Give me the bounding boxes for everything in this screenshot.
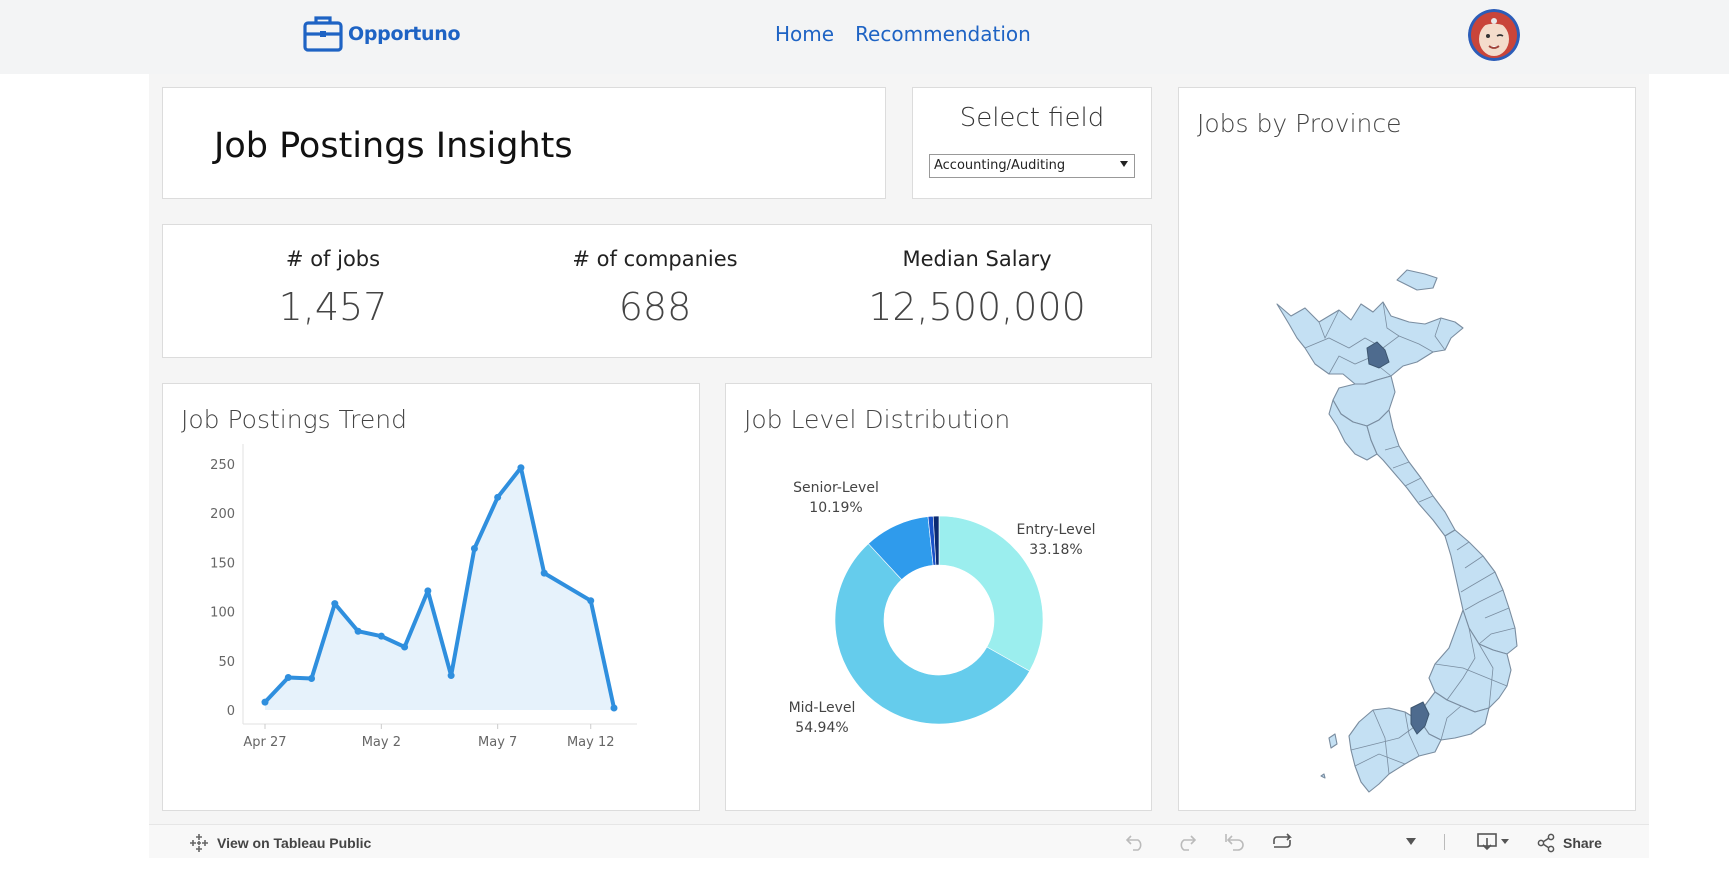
undo-icon[interactable] (1125, 832, 1147, 852)
trend-point (587, 597, 595, 605)
field-select-dropdown[interactable]: Accounting/Auditing (929, 154, 1135, 178)
donut-slice (938, 515, 1044, 672)
kpi-salary-label: Median Salary (902, 247, 1052, 271)
y-tick-label: 100 (210, 606, 235, 621)
map-card: Jobs by Province (1178, 87, 1636, 811)
donut-label-pct: 54.94% (795, 720, 848, 736)
trend-point (401, 643, 409, 651)
trend-area (265, 467, 614, 710)
trend-point (540, 569, 548, 577)
revert-icon[interactable] (1224, 832, 1246, 852)
view-on-tableau-label: View on Tableau Public (217, 835, 372, 851)
kpi-salary: Median Salary 12,500,000 (857, 247, 1097, 329)
kpi-jobs-label: # of jobs (285, 247, 381, 271)
map-landmass (1276, 269, 1518, 793)
kpi-card: # of jobs 1,457 # of companies 688 Media… (162, 224, 1152, 358)
share-label: Share (1563, 835, 1602, 851)
y-tick-label: 150 (210, 556, 235, 571)
x-tick-label: May 2 (362, 735, 401, 750)
y-tick-label: 50 (218, 655, 235, 670)
trend-point (377, 632, 385, 640)
trend-point (610, 704, 618, 712)
title-card: Job Postings Insights (162, 87, 886, 199)
donut-label-pct: 33.18% (1029, 542, 1082, 558)
trend-point (354, 627, 362, 635)
redo-icon[interactable] (1175, 832, 1197, 852)
x-tick-label: May 12 (567, 735, 615, 750)
tableau-toolbar: View on Tableau Public Share (149, 824, 1649, 858)
share-icon (1537, 833, 1555, 853)
province-map[interactable] (1179, 178, 1635, 798)
download-icon[interactable] (1476, 832, 1512, 852)
trend-line-chart[interactable]: 0 50 100 150 200 250 Apr 27 May 2 May 7 May 12 (163, 444, 699, 804)
kpi-jobs: # of jobs 1,457 (213, 247, 453, 329)
trend-point (424, 587, 432, 595)
share-button[interactable]: Share (1536, 833, 1602, 853)
toolbar-separator (1444, 834, 1445, 850)
kpi-companies-value: 688 (618, 285, 692, 329)
briefcase-icon (303, 16, 343, 52)
kpi-salary-value: 12,500,000 (868, 285, 1086, 329)
trend-point (308, 674, 316, 682)
top-navbar: Opportuno Home Recommendation (0, 0, 1729, 74)
trend-point (261, 698, 269, 706)
donut-label-name: Mid-Level (789, 700, 856, 716)
trend-point (331, 600, 339, 608)
kpi-companies: # of companies 688 (535, 247, 775, 329)
filter-label: Select field (959, 103, 1105, 133)
caret-down-icon (1120, 161, 1128, 167)
avatar[interactable] (1468, 9, 1520, 61)
y-tick-label: 0 (227, 704, 235, 719)
trend-point (470, 545, 478, 553)
trend-card: Job Postings Trend 0 50 100 150 200 250 Apr 27… (162, 383, 700, 811)
nav-links: Home Recommendation (775, 22, 1031, 46)
donut-label-name: Senior-Level (793, 480, 879, 496)
brand-name: Opportuno (348, 23, 461, 45)
view-on-tableau-button[interactable]: View on Tableau Public (189, 833, 371, 853)
page-title: Job Postings Insights (214, 126, 573, 166)
level-card: Job Level Distribution Entry-Level 33.18%… (725, 383, 1152, 811)
kpi-jobs-value: 1,457 (278, 285, 388, 329)
map-title: Jobs by Province (1197, 109, 1402, 138)
trend-point (284, 674, 292, 682)
dashboard: Job Postings Insights Select field Accou… (149, 74, 1649, 824)
donut-label-name: Entry-Level (1016, 522, 1095, 538)
kpi-companies-label: # of companies (572, 247, 738, 271)
y-tick-label: 250 (210, 458, 235, 473)
nav-home-link[interactable]: Home (775, 22, 834, 46)
job-level-donut-chart[interactable]: Entry-Level 33.18% Mid-Level 54.94% Senior-L… (726, 454, 1151, 804)
filter-card: Select field Accounting/Auditing (912, 87, 1152, 199)
trend-point (517, 464, 525, 472)
level-title: Job Level Distribution (744, 405, 1011, 434)
y-tick-label: 200 (210, 507, 235, 522)
donut-label-pct: 10.19% (809, 500, 862, 516)
nav-recommendation-link[interactable]: Recommendation (855, 22, 1031, 46)
trend-title: Job Postings Trend (181, 405, 407, 434)
refresh-icon[interactable] (1270, 832, 1294, 852)
x-tick-label: Apr 27 (243, 735, 286, 750)
brand-logo-link[interactable]: Opportuno (302, 14, 461, 54)
trend-point (447, 672, 455, 680)
field-select-value: Accounting/Auditing (934, 158, 1066, 173)
caret-down-icon[interactable] (1406, 838, 1416, 846)
x-tick-label: May 7 (478, 735, 517, 750)
tableau-logo-icon (190, 834, 208, 852)
trend-point (494, 493, 502, 501)
